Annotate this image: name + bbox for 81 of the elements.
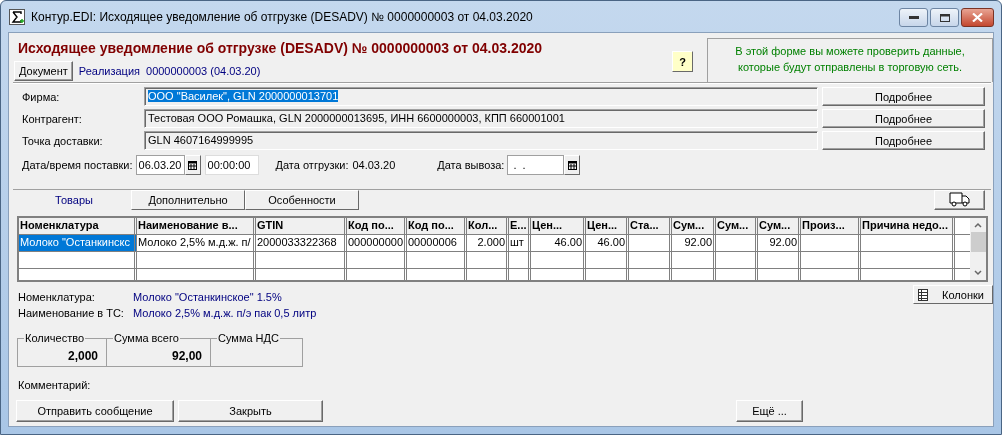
restore-icon [939, 13, 950, 22]
detail-value: Молоко 2,5% м.д.ж. п/э пак 0,5 литр [133, 307, 317, 320]
column-header[interactable]: GTIN [256, 218, 347, 235]
total-label: Сумма НДС [217, 331, 280, 344]
details-button[interactable]: Подробнее [822, 109, 985, 129]
total-value: 2,000 [67, 349, 98, 363]
total-label: Количество [24, 331, 86, 344]
total-label: Сумма всего [113, 331, 180, 344]
more-button[interactable]: Ещё ... [736, 400, 803, 422]
scrollbar[interactable] [970, 218, 986, 281]
table-cell: 2.000 [467, 235, 509, 252]
field-label: Дата отгрузки: [275, 159, 349, 172]
total-value: 92,00 [171, 349, 202, 363]
column-header[interactable]: Наименование в... [137, 218, 256, 235]
date-field[interactable]: 06.03.20 [135, 155, 185, 176]
help-button[interactable]: ? [672, 51, 693, 72]
column-header[interactable]: Ста... [629, 218, 672, 235]
window-title: Контур.EDI: Исходящее уведомление об отгрузке (DESADV) № 0000000003 от 04.03.2020 [31, 9, 533, 24]
column-header[interactable]: Код по... [347, 218, 407, 235]
table-cell: 46.00 [586, 235, 629, 252]
columns-icon [918, 288, 928, 301]
details-button[interactable]: Подробнее [822, 131, 985, 151]
arrow-up-icon [974, 222, 982, 229]
table-cell: 92.00 [672, 235, 716, 252]
close-form-button[interactable]: Закрыть [178, 400, 323, 422]
table-cell: 00000006 [407, 235, 467, 252]
document-number: 0000000003 (04.03.20) [146, 65, 261, 77]
column-header[interactable]: Сум... [672, 218, 716, 235]
table-cell: 46.00 [531, 235, 586, 252]
send-button[interactable]: Отправить сообщение [16, 400, 174, 422]
calendar-button[interactable] [564, 155, 581, 176]
text-field[interactable]: GLN 4607164999995 [144, 131, 818, 151]
document-button[interactable]: Документ [14, 61, 73, 81]
calendar-icon [567, 160, 577, 170]
info-note: В этой форме вы можете проверить данные, которые будут отправлены в торговую сеть. [707, 38, 993, 83]
tab[interactable]: Дополнительно [131, 189, 245, 211]
detail-label: Наименование в ТС: [18, 307, 125, 320]
column-header[interactable]: Цен... [586, 218, 629, 235]
field-label: Дата/время поставки: [22, 159, 133, 172]
form-title: Исходящее уведомление об отгрузке (DESADV) № 0000000003 от 04.03.2020 [18, 40, 544, 56]
columns-button[interactable]: Колонки [913, 285, 993, 305]
text-field[interactable]: ООО "Василек", GLN 2000000013701 [144, 87, 818, 107]
time-field[interactable]: 00:00:00 [204, 155, 259, 176]
text-field[interactable]: Тестовая ООО Ромашка, GLN 2000000013695, ИНН 6600000003, КПП 660001001 [144, 109, 818, 129]
maximize-button[interactable] [930, 8, 959, 27]
calendar-icon [188, 160, 198, 170]
column-header[interactable]: Номенклатура [19, 218, 137, 235]
table-cell: Молоко 2,5% м.д.ж. п/ [137, 235, 256, 252]
field-label: Дата вывоза: [437, 159, 505, 172]
table-cell: 000000000 [347, 235, 407, 252]
field-label: Точка доставки: [22, 134, 104, 147]
column-header[interactable]: Кол... [467, 218, 509, 235]
tab[interactable]: Особенности [245, 189, 359, 211]
close-button[interactable] [961, 8, 994, 27]
table-cell: шт [509, 235, 531, 252]
minimize-button[interactable] [899, 8, 928, 27]
document-type: Реализация [78, 65, 140, 77]
delivery-button[interactable] [934, 189, 985, 211]
field-label: Фирма: [22, 90, 61, 103]
date-field[interactable]: . . [507, 155, 565, 176]
table-cell: 92.00 [758, 235, 801, 252]
truck-icon [948, 192, 971, 208]
arrow-down-icon [974, 270, 982, 277]
minimize-icon [908, 15, 919, 20]
column-header[interactable]: Е... [509, 218, 531, 235]
table-cell: 2000033322368 [256, 235, 347, 252]
details-button[interactable]: Подробнее [822, 87, 985, 107]
column-header[interactable]: Цен... [531, 218, 586, 235]
sigma-icon [9, 8, 25, 25]
column-header[interactable]: Причина недо... [861, 218, 955, 235]
column-header[interactable]: Сум... [716, 218, 758, 235]
shipment-date: 04.03.20 [352, 159, 396, 172]
column-header[interactable]: Произ... [801, 218, 861, 235]
field-label: Контрагент: [22, 112, 83, 125]
comment-label: Комментарий: [18, 379, 92, 391]
column-header[interactable]: Код по... [407, 218, 467, 235]
detail-value: Молоко "Останкинское" 1.5% [133, 291, 282, 304]
column-header[interactable]: Сум... [758, 218, 801, 235]
close-icon [972, 13, 983, 22]
detail-label: Номенклатура: [18, 291, 96, 304]
table-cell: Молоко "Останкинскс [19, 235, 137, 252]
